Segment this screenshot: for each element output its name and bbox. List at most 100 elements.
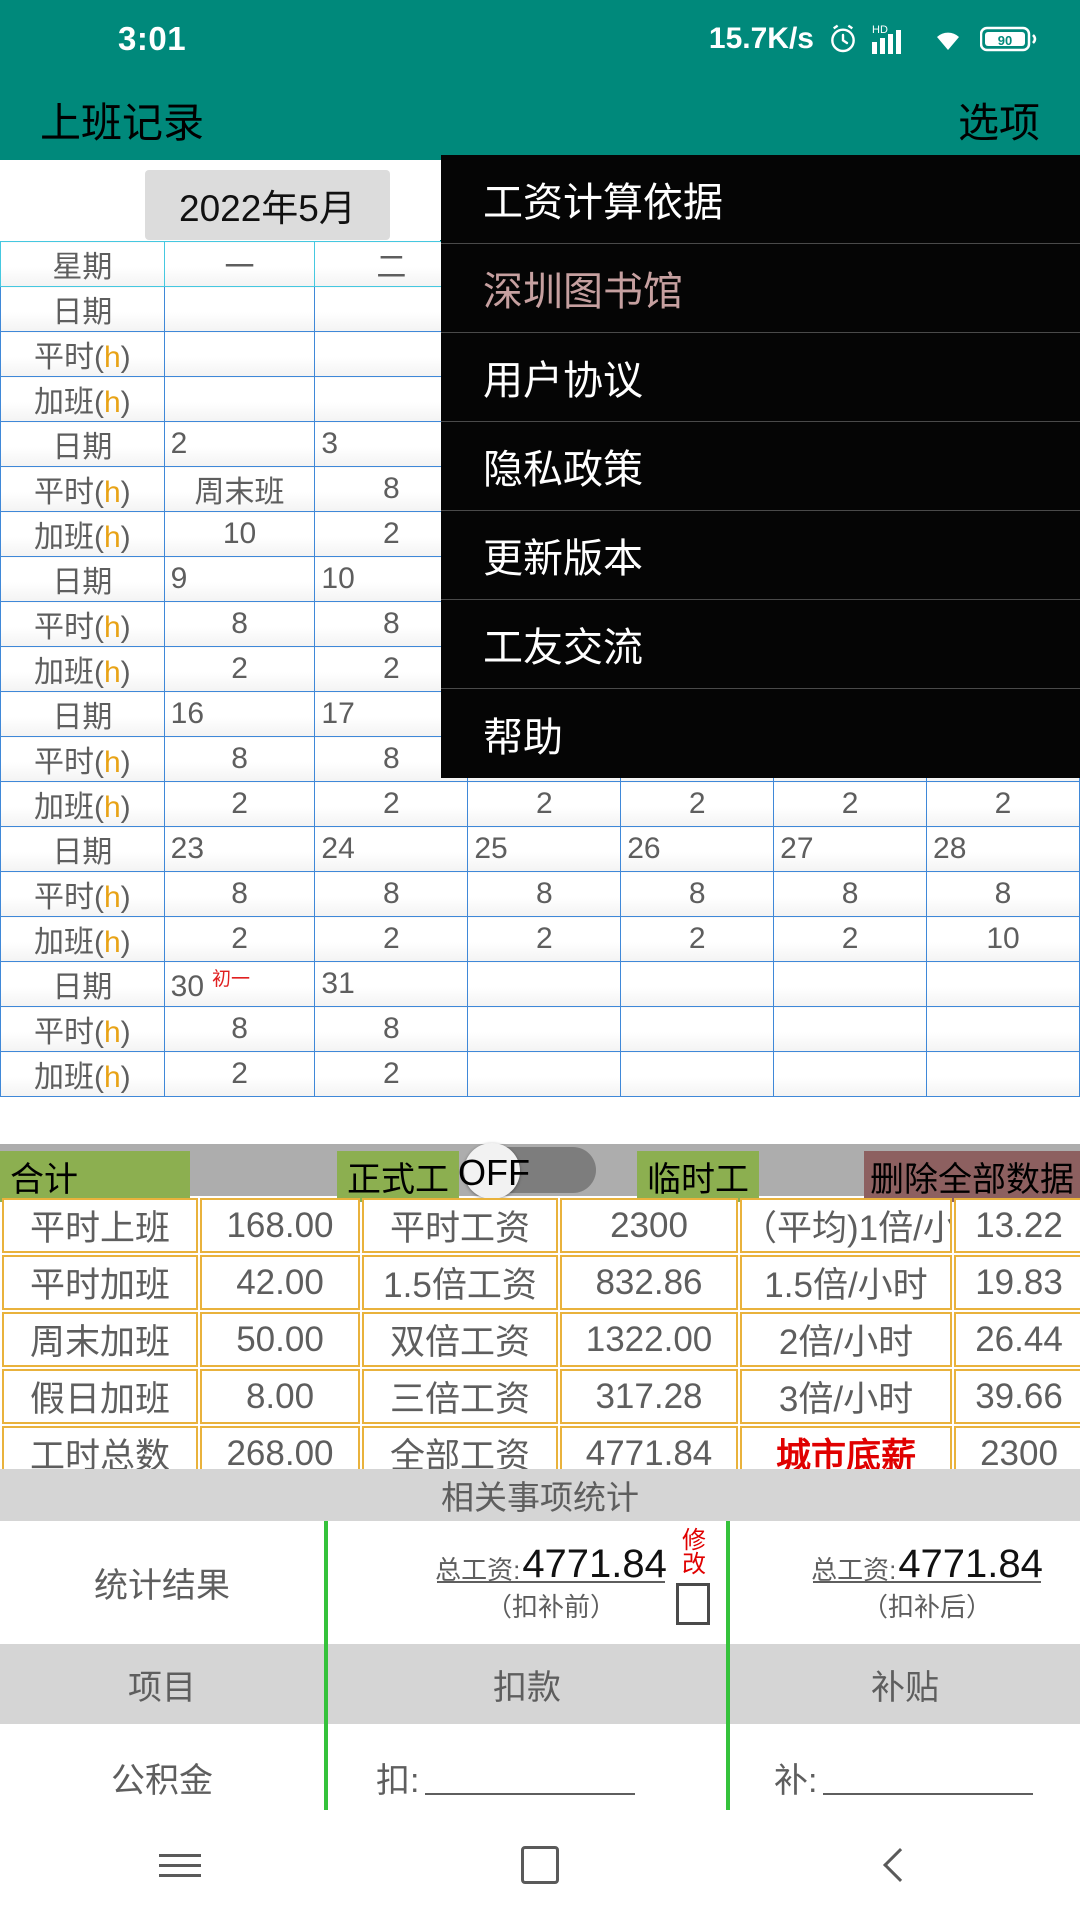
menu-item-4[interactable]: 更新版本 (441, 511, 1080, 600)
date-cell[interactable]: 2 (163, 421, 316, 467)
menu-item-1[interactable]: 深圳图书馆 (441, 244, 1080, 333)
overtime-hours-cell[interactable]: 2 (773, 916, 928, 962)
normal-hours-cell[interactable] (163, 331, 316, 377)
delete-all-data-button[interactable]: 删除全部数据 (864, 1151, 1080, 1202)
normal-hours-cell[interactable] (926, 1006, 1080, 1052)
total-wage-after-cell[interactable]: 总工资: 4771.84 （扣补后） (726, 1521, 1080, 1644)
date-cell[interactable] (620, 961, 775, 1007)
summary-row: 平时上班168.00平时工资2300（平均)1倍/小时13.22 (2, 1198, 1080, 1253)
normal-hours-cell[interactable]: 周末班 (163, 466, 316, 512)
normal-hours-cell[interactable] (773, 1006, 928, 1052)
overtime-hours-cell[interactable]: 2 (314, 916, 469, 962)
calendar-row: 加班(h) 2 2 2 2 2 10 (0, 916, 1080, 962)
normal-hours-cell[interactable]: 8 (926, 871, 1080, 917)
normal-hours-cell[interactable]: 8 (163, 601, 316, 647)
summary-cell-c6[interactable]: 39.66 (954, 1369, 1080, 1424)
normal-hours-cell[interactable] (620, 1006, 775, 1052)
overtime-hours-cell[interactable] (773, 1051, 928, 1097)
row-label: 平时(h) (0, 871, 165, 917)
summary-cell-c4[interactable]: 1322.00 (560, 1312, 738, 1367)
summary-cell-c4[interactable]: 2300 (560, 1198, 738, 1253)
home-button[interactable] (480, 1810, 600, 1920)
total-wage-before-cell[interactable]: 总工资: 4771.84 （扣补前） 修改 (324, 1521, 726, 1644)
subsidy-input[interactable] (823, 1761, 1034, 1795)
back-button[interactable] (840, 1810, 960, 1920)
hour-unit: h (103, 521, 121, 554)
overtime-hours-cell[interactable]: 2 (163, 781, 316, 827)
overtime-hours-cell[interactable]: 2 (926, 781, 1080, 827)
overtime-hours-cell[interactable]: 2 (314, 1051, 469, 1097)
overtime-hours-cell[interactable]: 2 (467, 781, 622, 827)
summary-cell-c4[interactable]: 832.86 (560, 1255, 738, 1310)
date-cell[interactable]: 30 初一 (163, 961, 316, 1007)
date-cell[interactable] (926, 961, 1080, 1007)
overtime-hours-cell[interactable]: 2 (163, 1051, 316, 1097)
date-cell[interactable]: 16 (163, 691, 316, 737)
normal-hours-cell[interactable]: 8 (163, 1006, 316, 1052)
menu-item-2[interactable]: 用户协议 (441, 333, 1080, 422)
summary-cell-c2[interactable]: 42.00 (200, 1255, 360, 1310)
calendar-row: 加班(h)222222 (0, 781, 1080, 827)
normal-hours-cell[interactable]: 8 (620, 871, 775, 917)
summary-cell-c2[interactable]: 50.00 (200, 1312, 360, 1367)
overtime-hours-cell[interactable] (926, 1051, 1080, 1097)
date-cell[interactable]: 31 (314, 961, 469, 1007)
overflow-menu[interactable]: 工资计算依据 深圳图书馆 用户协议 隐私政策 更新版本 工友交流 帮助 (441, 155, 1080, 778)
normal-hours-cell[interactable]: 8 (467, 871, 622, 917)
normal-hours-cell[interactable]: 8 (163, 871, 316, 917)
normal-hours-cell[interactable]: 8 (773, 871, 928, 917)
overtime-hours-cell[interactable] (467, 1051, 622, 1097)
menu-item-3[interactable]: 隐私政策 (441, 422, 1080, 511)
date-cell[interactable]: 23 (163, 826, 316, 872)
overtime-hours-cell[interactable]: 2 (773, 781, 928, 827)
underline-rule (437, 1580, 665, 1583)
date-cell[interactable]: 24 (314, 826, 469, 872)
options-menu-button[interactable]: 选项 (958, 89, 1040, 149)
overtime-hours-cell[interactable] (163, 376, 316, 422)
summary-cell-c6[interactable]: 13.22 (954, 1198, 1080, 1253)
normal-hours-cell[interactable]: 8 (314, 871, 469, 917)
row-label: 日期 (0, 421, 165, 467)
menu-item-0[interactable]: 工资计算依据 (441, 155, 1080, 244)
date-cell[interactable]: 26 (620, 826, 775, 872)
overtime-hours-cell[interactable]: 2 (163, 646, 316, 692)
overtime-hours-cell[interactable]: 10 (163, 511, 316, 557)
summary-cell-c6[interactable]: 19.83 (954, 1255, 1080, 1310)
stats-header-subsidy: 补贴 (726, 1644, 1080, 1724)
overtime-hours-cell[interactable]: 2 (467, 916, 622, 962)
overtime-hours-cell[interactable]: 2 (620, 781, 775, 827)
date-cell[interactable] (773, 961, 928, 1007)
date-cell[interactable] (467, 961, 622, 1007)
deduct-input[interactable] (425, 1761, 636, 1795)
summary-cell-c3: 1.5倍工资 (362, 1255, 558, 1310)
normal-hours-cell[interactable]: 8 (314, 1006, 469, 1052)
row-label: 平时(h) (0, 736, 165, 782)
normal-hours-cell[interactable] (467, 1006, 622, 1052)
summary-cell-c3: 平时工资 (362, 1198, 558, 1253)
menu-item-6[interactable]: 帮助 (441, 689, 1080, 778)
summary-cell-c2[interactable]: 8.00 (200, 1369, 360, 1424)
overtime-hours-cell[interactable]: 2 (314, 781, 469, 827)
date-cell[interactable]: 9 (163, 556, 316, 602)
summary-cell-c1: 平时加班 (2, 1255, 198, 1310)
summary-cell-c4[interactable]: 317.28 (560, 1369, 738, 1424)
overtime-hours-cell[interactable]: 10 (926, 916, 1080, 962)
date-cell[interactable]: 28 (926, 826, 1080, 872)
overtime-hours-cell[interactable]: 2 (620, 916, 775, 962)
date-cell[interactable]: 27 (773, 826, 928, 872)
summary-cell-c2[interactable]: 168.00 (200, 1198, 360, 1253)
recents-button[interactable] (120, 1810, 240, 1920)
row-label: 日期 (0, 826, 165, 872)
edit-checkbox[interactable] (676, 1583, 710, 1625)
overtime-hours-cell[interactable]: 2 (163, 916, 316, 962)
edit-label[interactable]: 修改 (682, 1529, 706, 1577)
menu-item-5[interactable]: 工友交流 (441, 600, 1080, 689)
month-selector-chip[interactable]: 2022年5月 (145, 170, 390, 240)
date-cell[interactable]: 25 (467, 826, 622, 872)
date-cell[interactable] (163, 286, 316, 332)
normal-hours-cell[interactable]: 8 (163, 736, 316, 782)
overtime-hours-cell[interactable] (620, 1051, 775, 1097)
summary-cell-c6[interactable]: 26.44 (954, 1312, 1080, 1367)
stats-header-item: 项目 (128, 1668, 196, 1707)
row-label: 加班(h) (0, 781, 165, 827)
